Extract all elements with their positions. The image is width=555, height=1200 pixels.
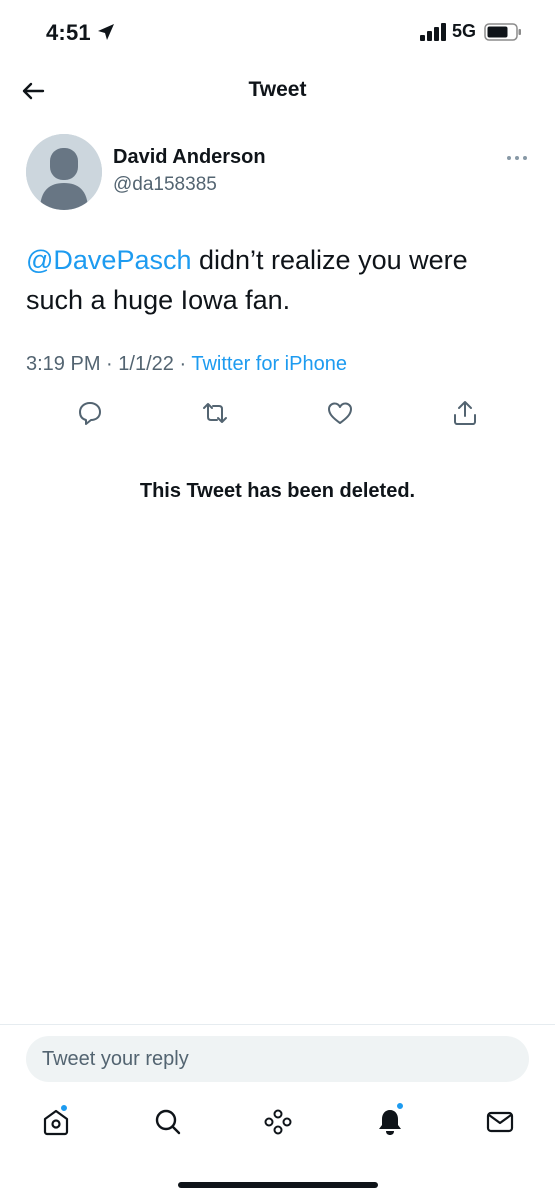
retweet-button[interactable]: [200, 398, 230, 428]
tweet-time: 3:19 PM: [26, 353, 101, 375]
page-title: Tweet: [248, 78, 307, 101]
author-name[interactable]: David Anderson: [113, 146, 266, 169]
like-button[interactable]: [325, 398, 355, 428]
retweet-icon: [203, 403, 227, 423]
tweet-meta: 3:19 PM · 1/1/22 · Twitter for iPhone: [26, 353, 347, 376]
location-arrow-icon: [98, 24, 114, 40]
tab-notifications[interactable]: [374, 1102, 406, 1138]
tab-search[interactable]: [152, 1106, 184, 1138]
status-time: 4:51: [46, 20, 91, 45]
notifications-icon: [379, 1110, 401, 1135]
mention-link[interactable]: @DavePasch: [26, 245, 191, 275]
signal-bars-icon: [420, 23, 446, 41]
search-icon: [155, 1109, 181, 1135]
top-nav-header: Tweet: [0, 62, 555, 118]
messages-icon: [486, 1111, 514, 1133]
tweet-text: @DavePasch didn’t realize you were such …: [26, 240, 531, 320]
home-indicator: [178, 1182, 378, 1188]
bottom-tab-bar: [0, 1100, 555, 1150]
status-bar: 4:51 5G: [0, 0, 555, 62]
divider: [0, 1024, 555, 1025]
more-options-button[interactable]: [505, 150, 529, 166]
tweet-actions: [0, 398, 555, 432]
tab-home[interactable]: [40, 1104, 72, 1138]
more-dots-icon: [507, 156, 527, 160]
network-label: 5G: [452, 21, 477, 41]
tweet-date: 1/1/22: [118, 353, 174, 375]
default-profile-icon: [26, 134, 102, 210]
share-button[interactable]: [450, 398, 480, 428]
tweet-source-link[interactable]: Twitter for iPhone: [191, 353, 347, 375]
reply-icon: [79, 402, 101, 425]
tab-spaces[interactable]: [262, 1106, 294, 1138]
notification-dot: [396, 1102, 404, 1110]
meta-separator: ·: [179, 353, 187, 375]
spaces-icon: [264, 1109, 292, 1135]
like-icon: [328, 402, 352, 424]
deleted-tweet-notice: This Tweet has been deleted.: [139, 480, 416, 502]
avatar[interactable]: [26, 134, 102, 210]
share-icon: [454, 401, 476, 425]
reply-placeholder: Tweet your reply: [42, 1048, 189, 1070]
meta-separator: ·: [106, 353, 113, 375]
battery-icon: [484, 23, 521, 41]
home-icon: [43, 1109, 69, 1136]
reply-button[interactable]: [75, 398, 105, 428]
tweet-detail-screen: 4:51 5G Tweet David Anderson @da158385 @…: [0, 0, 555, 1200]
author-handle[interactable]: @da158385: [113, 174, 217, 196]
reply-input[interactable]: Tweet your reply: [26, 1036, 529, 1082]
notification-dot: [60, 1104, 68, 1112]
tab-messages[interactable]: [484, 1106, 516, 1138]
